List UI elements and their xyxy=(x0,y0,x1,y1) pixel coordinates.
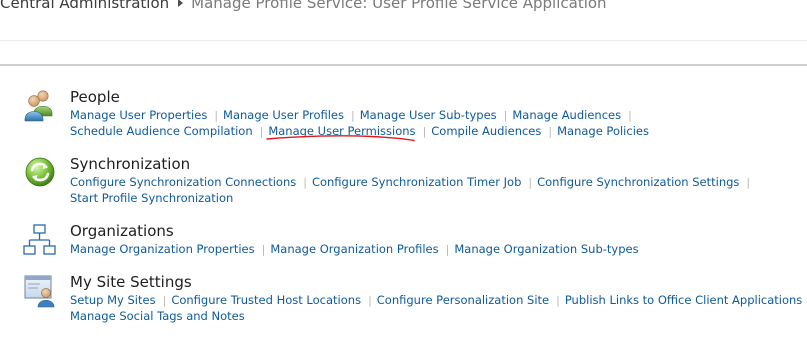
section-title-synchronization: Synchronization xyxy=(70,155,191,173)
breadcrumb-root-link[interactable]: Central Administration xyxy=(0,0,169,12)
link-separator: | xyxy=(445,243,450,256)
link-start-profile-sync[interactable]: Start Profile Synchronization xyxy=(70,191,233,205)
link-manage-audiences[interactable]: Manage Audiences xyxy=(512,108,621,122)
link-manage-org-properties[interactable]: Manage Organization Properties xyxy=(70,242,255,256)
link-publish-links-office-client[interactable]: Publish Links to Office Client Applicati… xyxy=(565,293,802,307)
link-configure-sync-connections[interactable]: Configure Synchronization Connections xyxy=(70,175,296,189)
link-manage-user-properties[interactable]: Manage User Properties xyxy=(70,108,207,122)
link-separator: | xyxy=(261,243,266,256)
link-separator: | xyxy=(556,294,560,307)
link-configure-sync-settings[interactable]: Configure Synchronization Settings xyxy=(537,175,739,189)
link-configure-sync-timer-job[interactable]: Configure Synchronization Timer Job xyxy=(312,175,521,189)
people-links: Manage User Properties | Manage User Profi… xyxy=(70,107,807,142)
link-manage-org-sub-types[interactable]: Manage Organization Sub-types xyxy=(454,242,638,256)
my-site-links: Setup My Sites | Configure Trusted Host Lo… xyxy=(70,292,807,324)
link-separator: | xyxy=(528,176,533,189)
my-site-icon xyxy=(24,275,55,308)
link-separator: | xyxy=(422,125,427,138)
link-separator: | xyxy=(303,176,307,189)
link-configure-trusted-host-locations[interactable]: Configure Trusted Host Locations xyxy=(171,293,361,307)
red-underline-mark-icon xyxy=(266,135,416,142)
link-configure-personalization-site[interactable]: Configure Personalization Site xyxy=(377,293,549,307)
section-title-organizations: Organizations xyxy=(70,222,174,240)
link-separator: | xyxy=(746,176,751,189)
link-separator: | xyxy=(259,125,264,138)
link-manage-user-profiles[interactable]: Manage User Profiles xyxy=(223,108,344,122)
org-chart-icon xyxy=(23,224,56,255)
people-icon xyxy=(24,90,53,122)
sync-icon xyxy=(25,157,55,187)
link-manage-user-sub-types[interactable]: Manage User Sub-types xyxy=(360,108,497,122)
link-separator: | xyxy=(214,109,219,122)
link-separator: | xyxy=(548,125,553,138)
section-title-my-site-settings: My Site Settings xyxy=(70,273,192,291)
breadcrumb-arrow-icon xyxy=(178,0,184,7)
breadcrumb: Central Administration Manage Profile Se… xyxy=(0,0,607,15)
link-separator: | xyxy=(351,109,355,122)
link-separator: | xyxy=(162,294,167,307)
link-manage-org-profiles[interactable]: Manage Organization Profiles xyxy=(270,242,438,256)
link-manage-social-tags-notes[interactable]: Manage Social Tags and Notes xyxy=(70,309,245,323)
link-separator: | xyxy=(368,294,372,307)
link-separator: | xyxy=(628,109,632,122)
header-band xyxy=(0,40,807,65)
link-setup-my-sites[interactable]: Setup My Sites xyxy=(70,293,156,307)
header-divider xyxy=(0,64,807,66)
highlighted-link-wrapper: Manage User Permissions xyxy=(266,123,416,142)
link-manage-policies[interactable]: Manage Policies xyxy=(557,124,649,138)
manage-profile-service-page: Central Administration Manage Profile Se… xyxy=(0,0,807,339)
link-compile-audiences[interactable]: Compile Audiences xyxy=(431,124,541,138)
link-separator: | xyxy=(503,109,508,122)
link-schedule-audience-compilation[interactable]: Schedule Audience Compilation xyxy=(70,124,253,138)
synchronization-links: Configure Synchronization Connections | Co… xyxy=(70,174,807,206)
section-title-people: People xyxy=(70,88,120,106)
page-title: Manage Profile Service: User Profile Ser… xyxy=(191,0,607,12)
organizations-links: Manage Organization Properties | Manage Or… xyxy=(70,241,807,257)
